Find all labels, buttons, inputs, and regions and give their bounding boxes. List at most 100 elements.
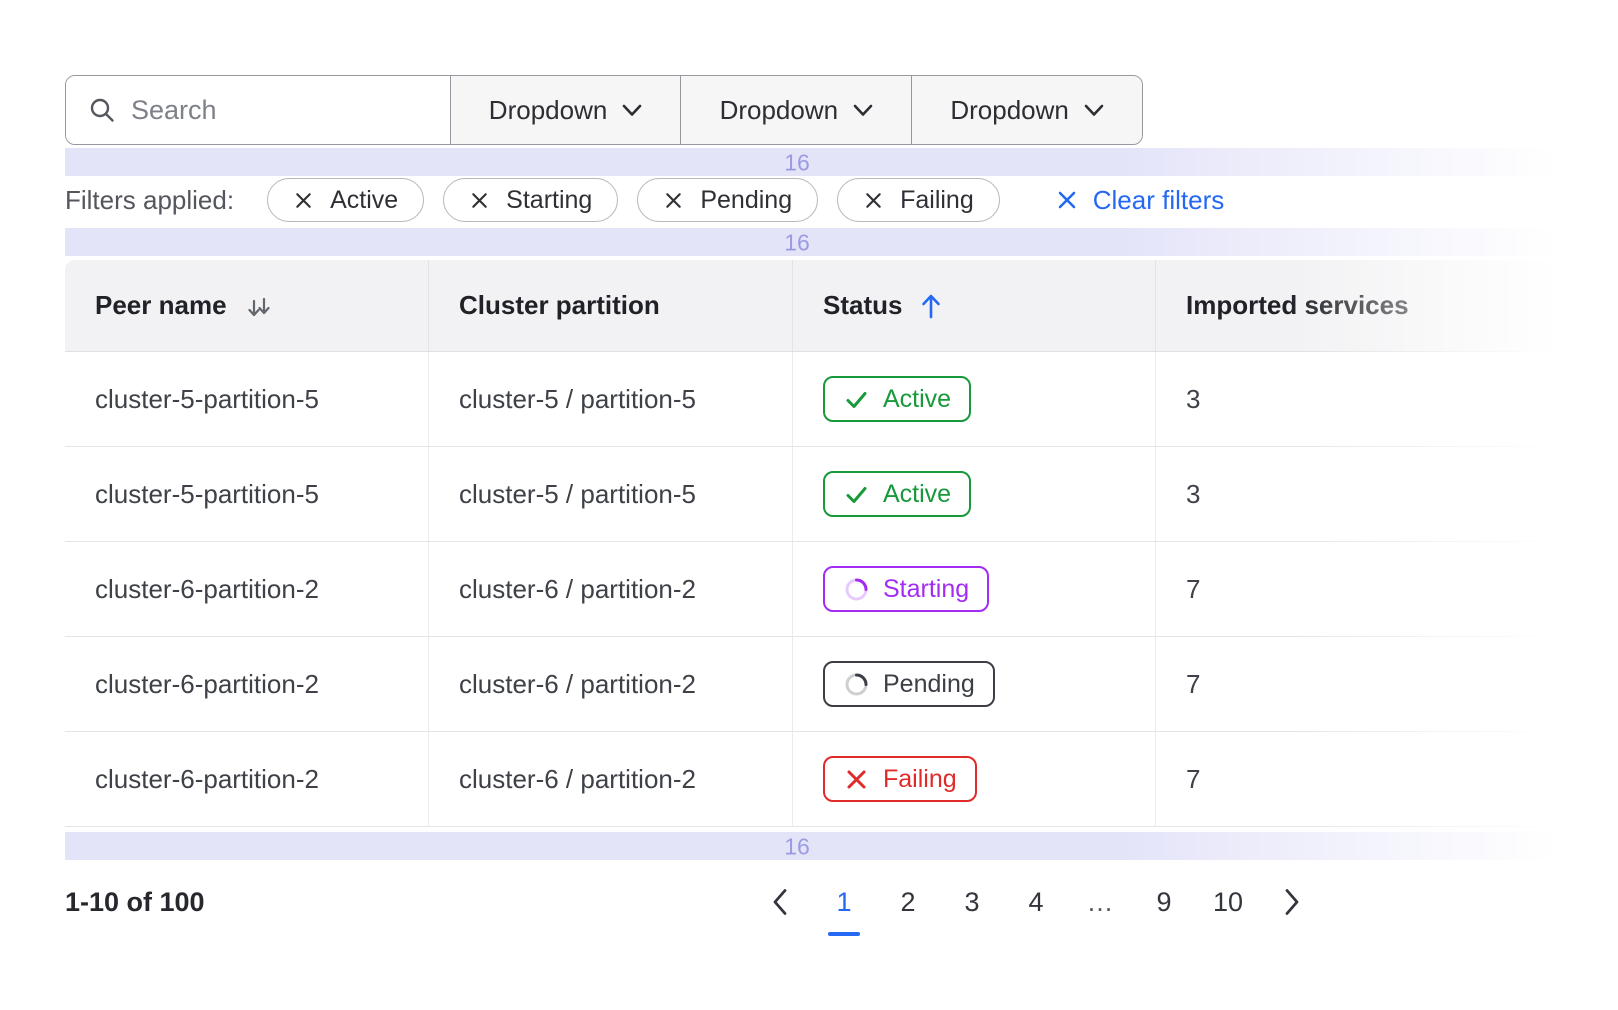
status-check-icon xyxy=(843,386,870,413)
status-cell: Starting xyxy=(792,542,1155,636)
column-header-imported-services: Imported services xyxy=(1155,260,1618,351)
pagination-range-label: 1-10 of 100 xyxy=(65,872,205,932)
table-body: cluster-5-partition-5 cluster-5 / partit… xyxy=(65,352,1618,827)
status-label: Pending xyxy=(883,670,975,699)
peer-name-cell: cluster-6-partition-2 xyxy=(65,542,428,636)
column-header-status[interactable]: Status xyxy=(792,260,1155,351)
table-row: cluster-6-partition-2 cluster-6 / partit… xyxy=(65,542,1618,637)
page-ellipsis: … xyxy=(1080,872,1120,932)
chevron-down-icon xyxy=(853,104,873,117)
sort-ascending-icon xyxy=(920,291,942,321)
status-badge: Failing xyxy=(823,756,977,802)
remove-filter-icon xyxy=(663,190,684,211)
cluster-partition-cell: cluster-5 / partition-5 xyxy=(428,447,792,541)
filter-chip-label: Active xyxy=(330,186,398,215)
dropdown-label: Dropdown xyxy=(950,95,1069,126)
page-button[interactable]: 4 xyxy=(1016,872,1056,932)
column-label: Imported services xyxy=(1186,290,1409,321)
peer-name-cell: cluster-6-partition-2 xyxy=(65,637,428,731)
status-cell: Active xyxy=(792,352,1155,446)
table-row: cluster-6-partition-2 cluster-6 / partit… xyxy=(65,637,1618,732)
peer-name-cell: cluster-5-partition-5 xyxy=(65,447,428,541)
chevron-left-icon xyxy=(772,888,788,916)
status-label: Active xyxy=(883,480,951,509)
table-row: cluster-5-partition-5 cluster-5 / partit… xyxy=(65,352,1618,447)
filter-chips: Active Starting Pending Failing xyxy=(267,178,1019,222)
column-header-cluster-partition: Cluster partition xyxy=(428,260,792,351)
status-badge: Pending xyxy=(823,661,995,707)
dropdown-button[interactable]: Dropdown xyxy=(450,76,681,144)
table-row: cluster-5-partition-5 cluster-5 / partit… xyxy=(65,447,1618,542)
status-badge: Active xyxy=(823,471,971,517)
sort-updown-icon xyxy=(245,291,273,321)
spacing-size-label: 16 xyxy=(784,834,810,861)
status-cell: Failing xyxy=(792,732,1155,826)
status-badge: Starting xyxy=(823,566,989,612)
imported-services-cell: 3 xyxy=(1155,352,1618,446)
spacing-bar-middle: 16 xyxy=(65,228,1618,256)
chevron-down-icon xyxy=(622,104,642,117)
pagination: 1 2 3 4 … 9 10 xyxy=(748,872,1324,932)
status-label: Starting xyxy=(883,575,969,604)
column-label: Cluster partition xyxy=(459,290,660,321)
column-label: Peer name xyxy=(95,290,227,321)
status-cell: Active xyxy=(792,447,1155,541)
dropdown-label: Dropdown xyxy=(720,95,839,126)
cluster-partition-cell: cluster-6 / partition-2 xyxy=(428,637,792,731)
peer-name-cell: cluster-6-partition-2 xyxy=(65,732,428,826)
remove-filter-icon xyxy=(469,190,490,211)
page-button[interactable]: 10 xyxy=(1208,872,1248,932)
status-check-icon xyxy=(843,481,870,508)
cluster-partition-cell: cluster-6 / partition-2 xyxy=(428,542,792,636)
applied-filters-row: Filters applied: Active Starting Pending… xyxy=(65,178,1224,222)
page-button[interactable]: 3 xyxy=(952,872,992,932)
filters-applied-label: Filters applied: xyxy=(65,185,234,216)
search-icon xyxy=(88,96,116,124)
column-header-peer-name[interactable]: Peer name xyxy=(65,260,428,351)
status-spinner-icon xyxy=(843,576,870,603)
previous-page-button[interactable] xyxy=(758,872,802,932)
dropdown-button[interactable]: Dropdown xyxy=(680,76,911,144)
clear-filters-button[interactable]: Clear filters xyxy=(1056,185,1224,216)
table-row: cluster-6-partition-2 cluster-6 / partit… xyxy=(65,732,1618,827)
status-label: Failing xyxy=(883,765,957,794)
page-button[interactable]: 9 xyxy=(1144,872,1184,932)
page-button[interactable]: 2 xyxy=(888,872,928,932)
filter-chip[interactable]: Starting xyxy=(443,178,618,222)
filter-chip-label: Failing xyxy=(900,186,974,215)
search-input[interactable] xyxy=(131,95,428,126)
next-page-button[interactable] xyxy=(1270,872,1314,932)
page-button[interactable]: 1 xyxy=(824,872,864,932)
status-cell: Pending xyxy=(792,637,1155,731)
peers-table: Peer name Cluster partition Status Impor… xyxy=(65,260,1618,827)
status-spinner-icon xyxy=(843,671,870,698)
imported-services-cell: 7 xyxy=(1155,732,1618,826)
status-fail-icon xyxy=(843,766,870,793)
spacing-size-label: 16 xyxy=(784,150,810,177)
remove-filter-icon xyxy=(293,190,314,211)
peer-name-cell: cluster-5-partition-5 xyxy=(65,352,428,446)
clear-filters-label: Clear filters xyxy=(1093,185,1224,216)
dropdown-label: Dropdown xyxy=(489,95,608,126)
close-icon xyxy=(1056,189,1078,211)
imported-services-cell: 7 xyxy=(1155,542,1618,636)
filter-chip[interactable]: Pending xyxy=(637,178,818,222)
chevron-down-icon xyxy=(1084,104,1104,117)
search-box[interactable] xyxy=(66,76,450,144)
spacing-bar-bottom: 16 xyxy=(65,832,1618,860)
filter-chip[interactable]: Failing xyxy=(837,178,1000,222)
dropdown-button[interactable]: Dropdown xyxy=(911,76,1142,144)
imported-services-cell: 3 xyxy=(1155,447,1618,541)
status-badge: Active xyxy=(823,376,971,422)
spacing-size-label: 16 xyxy=(784,230,810,257)
cluster-partition-cell: cluster-5 / partition-5 xyxy=(428,352,792,446)
filter-chip[interactable]: Active xyxy=(267,178,424,222)
filter-toolbar: Dropdown Dropdown Dropdown xyxy=(65,75,1143,145)
imported-services-cell: 7 xyxy=(1155,637,1618,731)
spacing-bar-top: 16 xyxy=(65,148,1618,176)
column-label: Status xyxy=(823,290,902,321)
filter-chip-label: Starting xyxy=(506,186,592,215)
chevron-right-icon xyxy=(1284,888,1300,916)
filter-chip-label: Pending xyxy=(700,186,792,215)
remove-filter-icon xyxy=(863,190,884,211)
